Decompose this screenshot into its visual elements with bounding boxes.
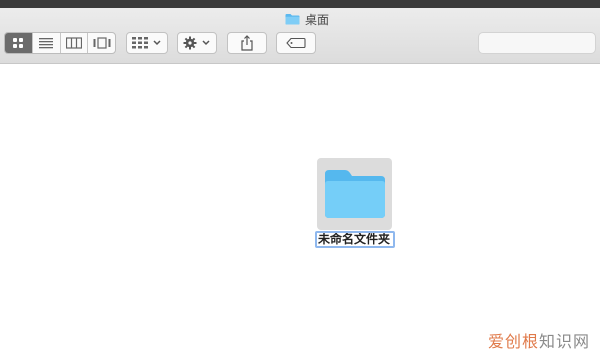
watermark-brand: 爱创根 bbox=[487, 332, 539, 351]
tag-icon bbox=[286, 37, 306, 49]
list-icon bbox=[39, 38, 54, 49]
window-top-strip bbox=[0, 0, 600, 8]
group-grid-icon bbox=[132, 37, 148, 49]
window-title: 桌面 bbox=[285, 10, 329, 28]
action-menu-button[interactable] bbox=[177, 32, 217, 54]
gallery-view-button[interactable] bbox=[88, 33, 115, 53]
window-title-text: 桌面 bbox=[305, 12, 330, 27]
tags-button[interactable] bbox=[276, 32, 316, 54]
columns-icon bbox=[65, 37, 82, 49]
folder-name-edit-field[interactable]: 未命名文件夹 bbox=[315, 231, 395, 248]
watermark: 爱创根知识网 bbox=[488, 328, 590, 352]
icon-view-button[interactable] bbox=[5, 33, 33, 53]
chevron-down-icon bbox=[153, 40, 161, 46]
share-icon bbox=[241, 35, 253, 51]
folder-icon bbox=[285, 14, 300, 25]
search-field[interactable] bbox=[478, 32, 596, 54]
selected-folder-tile[interactable] bbox=[317, 158, 392, 230]
finder-toolbar: 桌面 bbox=[0, 8, 600, 64]
gallery-icon bbox=[93, 37, 111, 49]
icon-grid-icon bbox=[13, 38, 24, 48]
chevron-down-icon bbox=[202, 40, 210, 46]
view-mode-segmented-control bbox=[4, 32, 116, 54]
column-view-button[interactable] bbox=[61, 33, 89, 53]
folder-icon bbox=[324, 170, 385, 218]
group-by-button[interactable] bbox=[126, 32, 168, 54]
share-button[interactable] bbox=[227, 32, 267, 54]
list-view-button[interactable] bbox=[33, 33, 61, 53]
gear-icon bbox=[183, 36, 197, 50]
watermark-suffix: 知识网 bbox=[538, 332, 590, 351]
